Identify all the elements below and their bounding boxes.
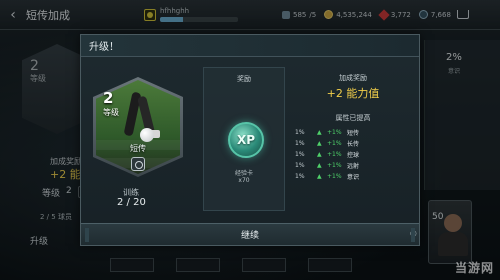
- skill-type-icon: [131, 157, 145, 171]
- increase-arrow-icon: ▲: [317, 129, 322, 136]
- attribute-row: 1% ▲ +1% 远射: [295, 160, 415, 171]
- bonus-panel: 加成奖励 +2 能力值 属性已提高 1% ▲ +1% 短传 1% ▲ +1% 长…: [291, 67, 415, 211]
- attribute-row: 1% ▲ +1% 短传: [295, 127, 415, 138]
- skill-card-name: 短传: [130, 144, 146, 153]
- attribute-base: 1%: [295, 140, 305, 147]
- reward-item-name: 经验卡: [234, 170, 253, 177]
- increase-arrow-icon: ▲: [317, 162, 322, 169]
- attribute-name: 短传: [347, 130, 360, 137]
- attribute-name: 控球: [347, 152, 360, 159]
- attributes-title: 属性已提高: [335, 114, 371, 122]
- level-up-dialog: 升级！ 2 等级 短传 训练 2 / 20 奖励 XP 经验卡 x70 加成奖励…: [80, 34, 420, 246]
- reward-item-quantity: x70: [238, 177, 250, 184]
- continue-button[interactable]: 继续 ☺: [81, 223, 419, 245]
- increase-arrow-icon: ▲: [317, 173, 322, 180]
- skill-card-level-number: 2: [103, 89, 114, 107]
- controller-hint-icon: ☺: [409, 230, 417, 238]
- continue-button-label: 继续: [240, 231, 259, 241]
- watermark-logo: 当游网: [454, 261, 494, 275]
- attribute-row: 1% ▲ +1% 控球: [295, 149, 415, 160]
- xp-badge-text: XP: [236, 133, 256, 147]
- bonus-value: +2 能力值: [326, 87, 380, 100]
- skill-card-level-word: 等级: [103, 108, 119, 117]
- bonus-title: 加成奖励: [339, 74, 367, 82]
- attribute-delta: +1%: [327, 162, 342, 169]
- xp-badge-icon: XP: [228, 122, 264, 158]
- attribute-delta: +1%: [327, 151, 342, 158]
- attribute-base: 1%: [295, 162, 305, 169]
- attribute-row: 1% ▲ +1% 长传: [295, 138, 415, 149]
- attribute-name: 长传: [347, 141, 360, 148]
- soccer-ball-icon: [140, 128, 154, 142]
- attribute-base: 1%: [295, 151, 305, 158]
- dialog-header: 升级！: [81, 35, 419, 57]
- attributes-list: 1% ▲ +1% 短传 1% ▲ +1% 长传 1% ▲ +1% 控球 1% ▲…: [295, 127, 415, 182]
- attribute-delta: +1%: [327, 173, 342, 180]
- attribute-delta: +1%: [327, 129, 342, 136]
- dialog-body: 2 等级 短传 训练 2 / 20 奖励 XP 经验卡 x70 加成奖励 +2 …: [81, 57, 419, 225]
- increase-arrow-icon: ▲: [317, 140, 322, 147]
- skill-card: 2 等级 短传: [93, 77, 183, 177]
- attribute-name: 远射: [347, 163, 360, 170]
- attribute-delta: +1%: [327, 140, 342, 147]
- attribute-base: 1%: [295, 129, 305, 136]
- dialog-title: 升级！: [89, 42, 119, 53]
- attribute-base: 1%: [295, 173, 305, 180]
- reward-panel: 奖励 XP 经验卡 x70: [203, 67, 285, 211]
- increase-arrow-icon: ▲: [317, 151, 322, 158]
- attribute-name: 意识: [347, 174, 360, 181]
- training-count: 2 / 20: [117, 197, 146, 208]
- reward-title: 奖励: [237, 75, 251, 83]
- attribute-row: 1% ▲ +1% 意识: [295, 171, 415, 182]
